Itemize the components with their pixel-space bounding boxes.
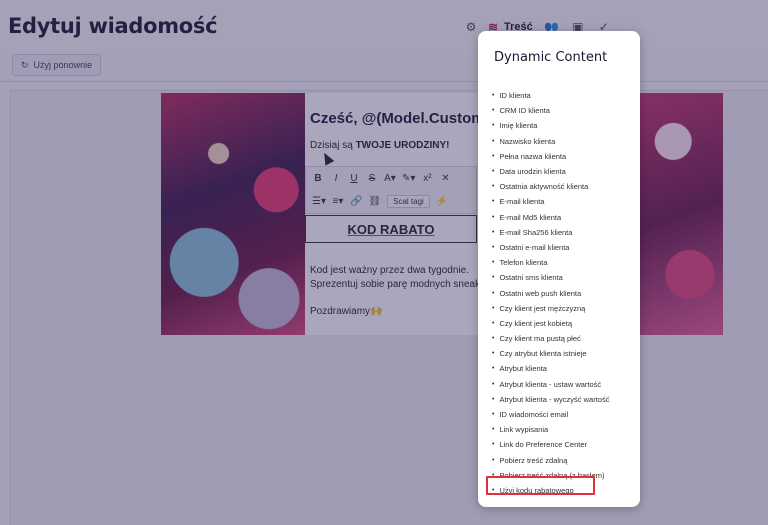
dynamic-content-item[interactable]: Link wypisania — [492, 422, 634, 437]
dynamic-content-item[interactable]: Czy klient jest kobietą — [492, 316, 634, 331]
dynamic-content-popup: Dynamic Content ID klientaCRM ID klienta… — [478, 31, 640, 507]
dynamic-content-item[interactable]: Ostatni web push klienta — [492, 285, 634, 300]
dynamic-content-item[interactable]: E-mail Sha256 klienta — [492, 225, 634, 240]
dynamic-content-item[interactable]: Atrybut klienta - wyczyść wartość — [492, 392, 634, 407]
dynamic-content-item[interactable]: Imię klienta — [492, 118, 634, 133]
dynamic-content-item[interactable]: CRM ID klienta — [492, 103, 634, 118]
dynamic-content-item[interactable]: Pełna nazwa klienta — [492, 149, 634, 164]
dynamic-content-item[interactable]: Czy klient jest mężczyzną — [492, 301, 634, 316]
dynamic-content-item[interactable]: ID wiadomości email — [492, 407, 634, 422]
dynamic-content-item[interactable]: Ostatni sms klienta — [492, 270, 634, 285]
dynamic-content-item[interactable]: Atrybut klienta - ustaw wartość — [492, 377, 634, 392]
dynamic-content-item[interactable]: Czy klient ma pustą płeć — [492, 331, 634, 346]
dynamic-content-item[interactable]: Ostatni e-mail klienta — [492, 240, 634, 255]
dynamic-content-item[interactable]: E-mail Md5 klienta — [492, 210, 634, 225]
modal-overlay[interactable] — [0, 0, 768, 525]
dynamic-content-item[interactable]: Pobierz treść zdalną — [492, 453, 634, 468]
highlight-box — [486, 476, 595, 495]
dynamic-content-item[interactable]: E-mail klienta — [492, 194, 634, 209]
dynamic-content-list: ID klientaCRM ID klientaImię klientaNazw… — [492, 88, 634, 498]
dynamic-content-item[interactable]: Data urodzin klienta — [492, 164, 634, 179]
dynamic-content-item[interactable]: Nazwisko klienta — [492, 134, 634, 149]
dynamic-content-item[interactable]: Link do Preference Center — [492, 437, 634, 452]
dynamic-content-item[interactable]: ID klienta — [492, 88, 634, 103]
dynamic-content-item[interactable]: Atrybut klienta — [492, 361, 634, 376]
dynamic-content-item[interactable]: Czy atrybut klienta istnieje — [492, 346, 634, 361]
dynamic-content-item[interactable]: Ostatnia aktywność klienta — [492, 179, 634, 194]
popup-title: Dynamic Content — [494, 50, 608, 65]
dynamic-content-item[interactable]: Telefon klienta — [492, 255, 634, 270]
